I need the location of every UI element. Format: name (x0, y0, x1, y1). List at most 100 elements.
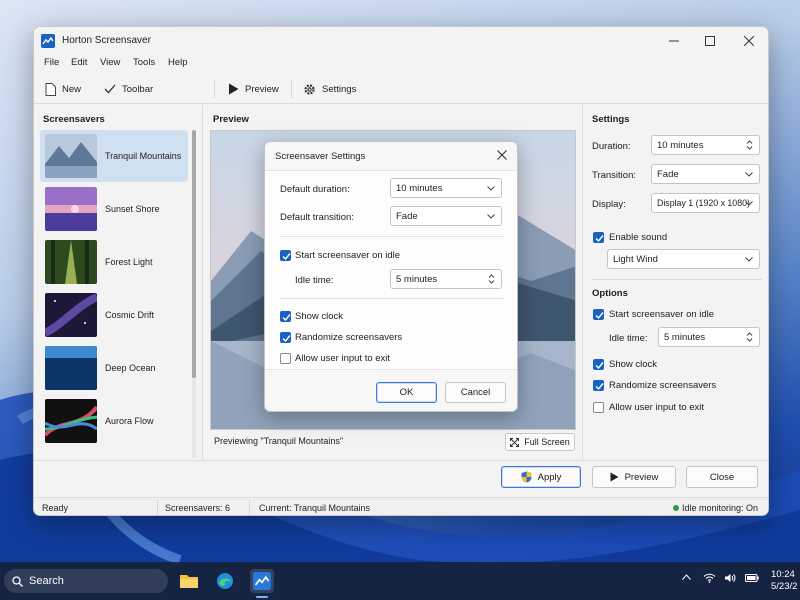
idle-time-stepper[interactable]: 5 minutes (658, 327, 760, 347)
horton-taskbar-button[interactable] (250, 569, 274, 593)
allow-input-label: Allow user input to exit (609, 402, 705, 413)
menu-help[interactable]: Help (168, 57, 188, 68)
preview-toolbar-button[interactable]: Preview (228, 80, 279, 98)
checkmark-icon (595, 362, 604, 370)
list-item-cosmic-drift[interactable]: Cosmic Drift (40, 289, 188, 341)
status-current: Current: Tranquil Mountains (259, 503, 371, 513)
list-item-label: Deep Ocean (105, 363, 156, 373)
duration-value: 10 minutes (657, 139, 704, 151)
play-icon (229, 83, 239, 95)
sound-select[interactable]: Light Wind (607, 249, 760, 269)
clock-time: 10:24 (771, 569, 795, 580)
screensavers-pane: Screensavers Tranquil Mountains Sunset S… (34, 105, 202, 460)
dialog-idle-time-stepper[interactable]: 5 minutes (390, 269, 502, 289)
display-select[interactable]: Display 1 (1920 x 1080) (651, 193, 760, 213)
dialog-duration-value: 10 minutes (396, 182, 443, 194)
dialog-divider (280, 236, 504, 237)
list-item-deep-ocean[interactable]: Deep Ocean (40, 342, 188, 394)
dialog-idle-time-value: 5 minutes (396, 273, 438, 285)
app-logo-icon (41, 34, 55, 48)
settings-toolbar-label: Settings (322, 83, 357, 95)
dialog-title: Screensaver Settings (275, 151, 366, 162)
thumbnail-tranquil-mountains (45, 134, 97, 178)
duration-stepper[interactable]: 10 minutes (651, 135, 760, 155)
chevron-down-icon (745, 257, 753, 262)
thumbnail-cosmic-drift (45, 293, 97, 337)
chevron-down-icon (745, 201, 753, 206)
randomize-checkbox[interactable] (593, 380, 604, 391)
title-bar[interactable]: Horton Screensaver (34, 27, 768, 55)
settings-divider (592, 279, 762, 280)
preview-title: Preview (213, 114, 249, 125)
close-window-button[interactable] (737, 31, 761, 51)
maximize-button[interactable] (698, 31, 722, 51)
wifi-icon[interactable] (703, 573, 716, 583)
display-value: Display 1 (1920 x 1080) (657, 198, 750, 208)
screensavers-title: Screensavers (43, 114, 105, 125)
menu-edit[interactable]: Edit (71, 57, 87, 68)
allow-input-checkbox[interactable] (593, 402, 604, 413)
list-item-label: Aurora Flow (105, 416, 154, 426)
pane-divider (582, 105, 583, 460)
apply-button[interactable]: Apply (501, 466, 581, 488)
menu-file[interactable]: File (44, 57, 59, 68)
status-bar: Ready Screensavers: 6 Current: Tranquil … (34, 497, 768, 515)
idle-time-label: Idle time: (609, 333, 648, 344)
dialog-cancel-button[interactable]: Cancel (445, 382, 506, 403)
transition-select[interactable]: Fade (651, 164, 760, 184)
menu-tools[interactable]: Tools (133, 57, 155, 68)
dialog-close-icon[interactable] (497, 150, 507, 160)
dialog-allow-input-checkbox[interactable] (280, 353, 291, 364)
close-button[interactable]: Close (686, 466, 758, 488)
dialog-duration-label: Default duration: (280, 184, 350, 195)
full-screen-button[interactable]: Full Screen (505, 433, 575, 451)
preview-button[interactable]: Preview (592, 466, 676, 488)
list-item-tranquil-mountains[interactable]: Tranquil Mountains (40, 130, 188, 182)
file-explorer-taskbar-button[interactable] (177, 569, 201, 593)
new-button[interactable]: New (45, 80, 81, 98)
list-scrollbar[interactable] (192, 130, 196, 458)
edge-taskbar-button[interactable] (213, 569, 237, 593)
checkmark-icon (595, 383, 604, 391)
taskbar-clock[interactable]: 10:24 5/23/2 (771, 569, 797, 593)
dialog-ok-button[interactable]: OK (376, 382, 437, 403)
transition-value: Fade (657, 168, 679, 180)
status-separator (249, 500, 250, 515)
list-item-sunset-shore[interactable]: Sunset Shore (40, 183, 188, 235)
minimize-button[interactable] (662, 31, 686, 51)
chevron-up-icon[interactable] (682, 574, 691, 580)
show-clock-checkbox[interactable] (593, 359, 604, 370)
checkmark-icon (595, 312, 604, 320)
toolbar-button[interactable]: Toolbar (104, 80, 153, 98)
dialog-start-on-idle-checkbox[interactable] (280, 250, 291, 261)
checkmark-icon (282, 335, 291, 343)
toolbar-separator (291, 80, 292, 98)
chevron-down-icon (487, 186, 495, 191)
toolbar-label: Toolbar (122, 83, 154, 95)
maximize-icon (705, 36, 715, 46)
list-scrollbar-thumb[interactable] (192, 130, 196, 378)
thumbnail-deep-ocean (45, 346, 97, 390)
new-label: New (62, 83, 82, 95)
dialog-randomize-label: Randomize screensavers (295, 332, 403, 343)
dialog-duration-select[interactable]: 10 minutes (390, 178, 502, 198)
clock-date: 5/23/2 (771, 581, 798, 592)
dialog-show-clock-checkbox[interactable] (280, 311, 291, 322)
menu-view[interactable]: View (100, 57, 120, 68)
status-indicator-dot (673, 505, 679, 511)
dialog-transition-select[interactable]: Fade (390, 206, 502, 226)
enable-sound-checkbox[interactable] (593, 232, 604, 243)
list-item-forest-light[interactable]: Forest Light (40, 236, 188, 288)
battery-icon[interactable] (745, 574, 759, 582)
duration-label: Duration: (592, 141, 631, 152)
dialog-ok-label: OK (399, 387, 414, 398)
chevron-down-icon (487, 214, 495, 219)
volume-icon[interactable] (724, 573, 736, 583)
list-item-aurora-flow[interactable]: Aurora Flow (40, 395, 188, 447)
start-on-idle-checkbox[interactable] (593, 309, 604, 320)
list-item-label: Forest Light (105, 257, 153, 267)
dialog-randomize-checkbox[interactable] (280, 332, 291, 343)
enable-sound-label: Enable sound (609, 232, 668, 243)
settings-toolbar-button[interactable]: Settings (303, 80, 356, 98)
taskbar-search[interactable]: Search (4, 569, 168, 593)
